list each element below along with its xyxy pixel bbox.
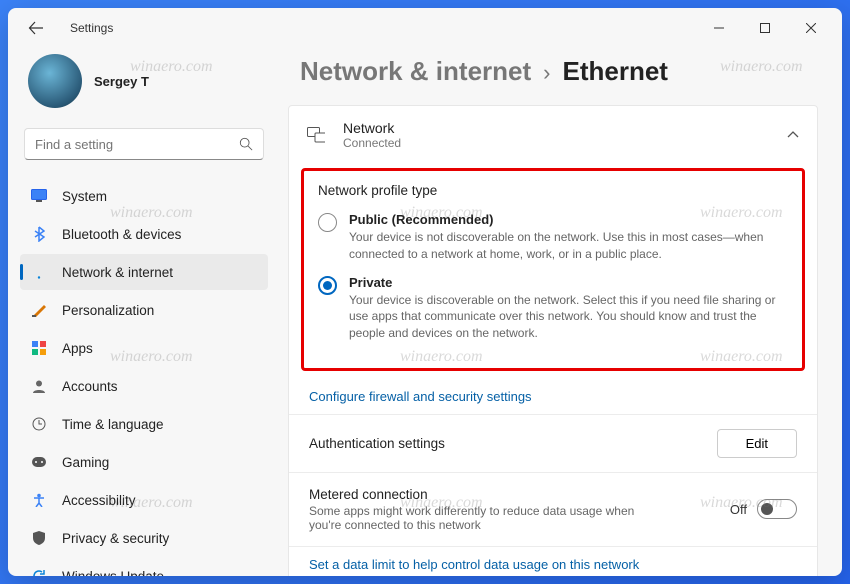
network-card: Network Connected Network profile type P… bbox=[288, 105, 818, 576]
edit-button[interactable]: Edit bbox=[717, 429, 797, 458]
profile-type-heading: Network profile type bbox=[318, 183, 788, 198]
network-title: Network bbox=[343, 120, 401, 136]
radio-public-row[interactable]: Public (Recommended) Your device is not … bbox=[318, 212, 788, 263]
content-area[interactable]: Network & internet › Ethernet Network Co… bbox=[280, 48, 842, 576]
metered-title: Metered connection bbox=[309, 487, 669, 502]
minimize-button[interactable] bbox=[696, 12, 742, 44]
maximize-button[interactable] bbox=[742, 12, 788, 44]
nav-list: System Bluetooth & devices Network & int… bbox=[20, 178, 268, 576]
nav-item-personalization[interactable]: Personalization bbox=[20, 292, 268, 328]
user-profile[interactable]: Sergey T bbox=[20, 48, 268, 120]
close-button[interactable] bbox=[788, 12, 834, 44]
nav-item-update[interactable]: Windows Update bbox=[20, 558, 268, 576]
chevron-up-icon bbox=[787, 126, 799, 144]
metered-state: Off bbox=[730, 502, 747, 517]
titlebar-label: Settings bbox=[70, 21, 113, 35]
metered-row: Metered connection Some apps might work … bbox=[289, 472, 817, 546]
gaming-icon bbox=[30, 453, 48, 471]
network-profile-section: Network profile type Public (Recommended… bbox=[301, 168, 805, 371]
nav-item-time[interactable]: Time & language bbox=[20, 406, 268, 442]
network-status: Connected bbox=[343, 136, 401, 150]
back-arrow-icon bbox=[28, 20, 44, 36]
back-button[interactable] bbox=[22, 14, 50, 42]
metered-desc: Some apps might work differently to redu… bbox=[309, 504, 669, 532]
brush-icon bbox=[30, 301, 48, 319]
radio-private[interactable] bbox=[318, 276, 337, 295]
firewall-link[interactable]: Configure firewall and security settings bbox=[289, 379, 817, 414]
breadcrumb-current: Ethernet bbox=[562, 56, 667, 87]
shield-icon bbox=[30, 529, 48, 547]
radio-private-desc: Your device is discoverable on the netwo… bbox=[349, 292, 788, 342]
nav-item-accessibility[interactable]: Accessibility bbox=[20, 482, 268, 518]
system-icon bbox=[30, 187, 48, 205]
metered-toggle[interactable] bbox=[757, 499, 797, 519]
titlebar: Settings bbox=[8, 8, 842, 48]
nav-item-accounts[interactable]: Accounts bbox=[20, 368, 268, 404]
radio-public-label: Public (Recommended) bbox=[349, 212, 788, 227]
update-icon bbox=[30, 567, 48, 576]
nav-item-privacy[interactable]: Privacy & security bbox=[20, 520, 268, 556]
username: Sergey T bbox=[94, 74, 149, 89]
network-card-header[interactable]: Network Connected bbox=[289, 106, 817, 164]
radio-private-label: Private bbox=[349, 275, 788, 290]
radio-private-row[interactable]: Private Your device is discoverable on t… bbox=[318, 275, 788, 342]
breadcrumb-parent[interactable]: Network & internet bbox=[300, 56, 531, 87]
settings-window: Settings Sergey T System Bluetooth & dev… bbox=[8, 8, 842, 576]
auth-row: Authentication settings Edit bbox=[289, 414, 817, 472]
sidebar: Sergey T System Bluetooth & devices Netw… bbox=[8, 48, 280, 576]
nav-item-system[interactable]: System bbox=[20, 178, 268, 214]
nav-item-bluetooth[interactable]: Bluetooth & devices bbox=[20, 216, 268, 252]
search-input[interactable] bbox=[35, 137, 239, 152]
accounts-icon bbox=[30, 377, 48, 395]
window-body: Sergey T System Bluetooth & devices Netw… bbox=[8, 48, 842, 576]
ethernet-icon bbox=[307, 126, 325, 144]
search-icon bbox=[239, 137, 253, 151]
avatar bbox=[28, 54, 82, 108]
radio-public[interactable] bbox=[318, 213, 337, 232]
wifi-icon bbox=[30, 263, 48, 281]
chevron-right-icon: › bbox=[543, 60, 550, 86]
search-box[interactable] bbox=[24, 128, 264, 160]
clock-icon bbox=[30, 415, 48, 433]
nav-item-gaming[interactable]: Gaming bbox=[20, 444, 268, 480]
accessibility-icon bbox=[30, 491, 48, 509]
nav-item-apps[interactable]: Apps bbox=[20, 330, 268, 366]
radio-public-desc: Your device is not discoverable on the n… bbox=[349, 229, 788, 263]
window-controls bbox=[696, 12, 834, 44]
bluetooth-icon bbox=[30, 225, 48, 243]
nav-item-network[interactable]: Network & internet bbox=[20, 254, 268, 290]
breadcrumb: Network & internet › Ethernet bbox=[300, 56, 818, 87]
apps-icon bbox=[30, 339, 48, 357]
auth-title: Authentication settings bbox=[309, 436, 445, 451]
data-limit-link[interactable]: Set a data limit to help control data us… bbox=[289, 546, 817, 576]
